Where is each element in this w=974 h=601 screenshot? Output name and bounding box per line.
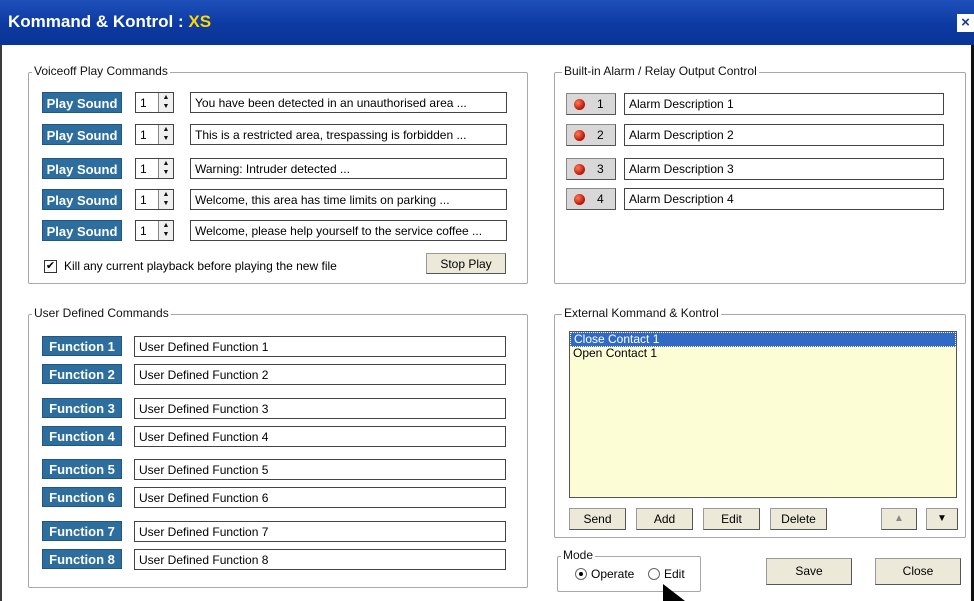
alarm-number-3: 3 [597,162,604,176]
repeat-count-1: 1 [140,96,147,110]
spinner-arrows-icon[interactable]: ▲ ▼ [158,125,173,144]
alarm-description-1[interactable]: Alarm Description 1 [624,93,944,115]
edit-radio-label: Edit [664,567,685,581]
kill-playback-label: Kill any current playback before playing… [64,259,337,273]
external-group-label: External Kommand & Kontrol [562,306,721,320]
alarm-led-icon [574,194,585,205]
window-left-border [0,45,2,601]
delete-button[interactable]: Delete [770,508,827,530]
function-text-8[interactable]: User Defined Function 8 [134,549,506,570]
title-bar: Kommand & Kontrol : XS × [0,0,974,45]
mouse-cursor-icon [663,584,685,601]
function-button-2[interactable]: Function 2 [42,364,122,384]
mode-group-label: Mode [561,548,596,562]
function-text-7[interactable]: User Defined Function 7 [134,521,506,542]
function-button-7[interactable]: Function 7 [42,521,122,541]
repeat-count-5: 1 [140,224,147,238]
function-button-4[interactable]: Function 4 [42,426,122,446]
function-text-4[interactable]: User Defined Function 4 [134,426,506,447]
alarm-number-4: 4 [597,192,604,206]
window-title-suffix: XS [188,12,212,31]
alarm-toggle-2[interactable]: 2 [566,124,616,146]
function-button-3[interactable]: Function 3 [42,398,122,418]
repeat-count-2: 1 [140,128,147,142]
alarm-led-icon [574,164,585,175]
voiceoff-group-label: Voiceoff Play Commands [32,64,170,78]
alarm-toggle-3[interactable]: 3 [566,158,616,180]
alarm-led-icon [574,99,585,110]
repeat-spinner-4[interactable]: 1 ▲ ▼ [135,189,174,210]
list-item[interactable]: Close Contact 1 [570,332,956,347]
external-command-list[interactable]: Close Contact 1 Open Contact 1 [569,331,957,498]
function-button-5[interactable]: Function 5 [42,459,122,479]
spinner-arrows-icon[interactable]: ▲ ▼ [158,221,173,240]
alarm-led-icon [574,130,585,141]
move-down-icon[interactable]: ▼ [926,508,958,530]
function-text-1[interactable]: User Defined Function 1 [134,336,506,357]
repeat-spinner-3[interactable]: 1 ▲ ▼ [135,158,174,179]
spinner-arrows-icon[interactable]: ▲ ▼ [158,190,173,209]
function-button-8[interactable]: Function 8 [42,549,122,569]
alarm-number-1: 1 [597,97,604,111]
function-button-1[interactable]: Function 1 [42,336,122,356]
operate-radio[interactable] [575,568,587,580]
alarm-number-2: 2 [597,128,604,142]
alarm-description-4[interactable]: Alarm Description 4 [624,188,944,210]
user-commands-group-label: User Defined Commands [32,306,171,320]
play-sound-button-3[interactable]: Play Sound [42,158,122,179]
sound-text-2[interactable]: This is a restricted area, trespassing i… [190,124,507,145]
play-sound-button-1[interactable]: Play Sound [42,92,122,113]
alarm-group-label: Built-in Alarm / Relay Output Control [562,64,759,78]
function-text-5[interactable]: User Defined Function 5 [134,459,506,480]
send-button[interactable]: Send [569,508,626,530]
operate-radio-label: Operate [591,567,635,581]
alarm-toggle-4[interactable]: 4 [566,188,616,210]
stop-play-button[interactable]: Stop Play [426,253,506,274]
spinner-arrows-icon[interactable]: ▲ ▼ [158,159,173,178]
list-item[interactable]: Open Contact 1 [570,347,956,360]
repeat-spinner-5[interactable]: 1 ▲ ▼ [135,220,174,241]
repeat-count-4: 1 [140,193,147,207]
move-up-icon[interactable]: ▲ [881,508,917,530]
function-text-3[interactable]: User Defined Function 3 [134,398,506,419]
sound-text-3[interactable]: Warning: Intruder detected ... [190,158,507,179]
spinner-arrows-icon[interactable]: ▲ ▼ [158,93,173,112]
play-sound-button-5[interactable]: Play Sound [42,220,122,241]
add-button[interactable]: Add [636,508,693,530]
play-sound-button-2[interactable]: Play Sound [42,124,122,145]
sound-text-4[interactable]: Welcome, this area has time limits on pa… [190,189,507,210]
close-button[interactable]: Close [875,558,961,585]
repeat-spinner-2[interactable]: 1 ▲ ▼ [135,124,174,145]
window-close-icon[interactable]: × [957,14,974,32]
alarm-toggle-1[interactable]: 1 [566,93,616,115]
function-button-6[interactable]: Function 6 [42,487,122,507]
function-text-6[interactable]: User Defined Function 6 [134,487,506,508]
edit-radio[interactable] [648,568,660,580]
play-sound-button-4[interactable]: Play Sound [42,189,122,210]
alarm-description-3[interactable]: Alarm Description 3 [624,158,944,180]
repeat-count-3: 1 [140,162,147,176]
kill-playback-checkbox[interactable]: ✔ [44,260,57,273]
repeat-spinner-1[interactable]: 1 ▲ ▼ [135,92,174,113]
save-button[interactable]: Save [766,558,852,585]
alarm-description-2[interactable]: Alarm Description 2 [624,124,944,146]
function-text-2[interactable]: User Defined Function 2 [134,364,506,385]
sound-text-5[interactable]: Welcome, please help yourself to the ser… [190,220,507,241]
edit-button[interactable]: Edit [703,508,760,530]
window-title: Kommand & Kontrol : XS [8,12,211,32]
sound-text-1[interactable]: You have been detected in an unauthorise… [190,92,507,113]
window-title-prefix: Kommand & Kontrol : [8,12,189,31]
